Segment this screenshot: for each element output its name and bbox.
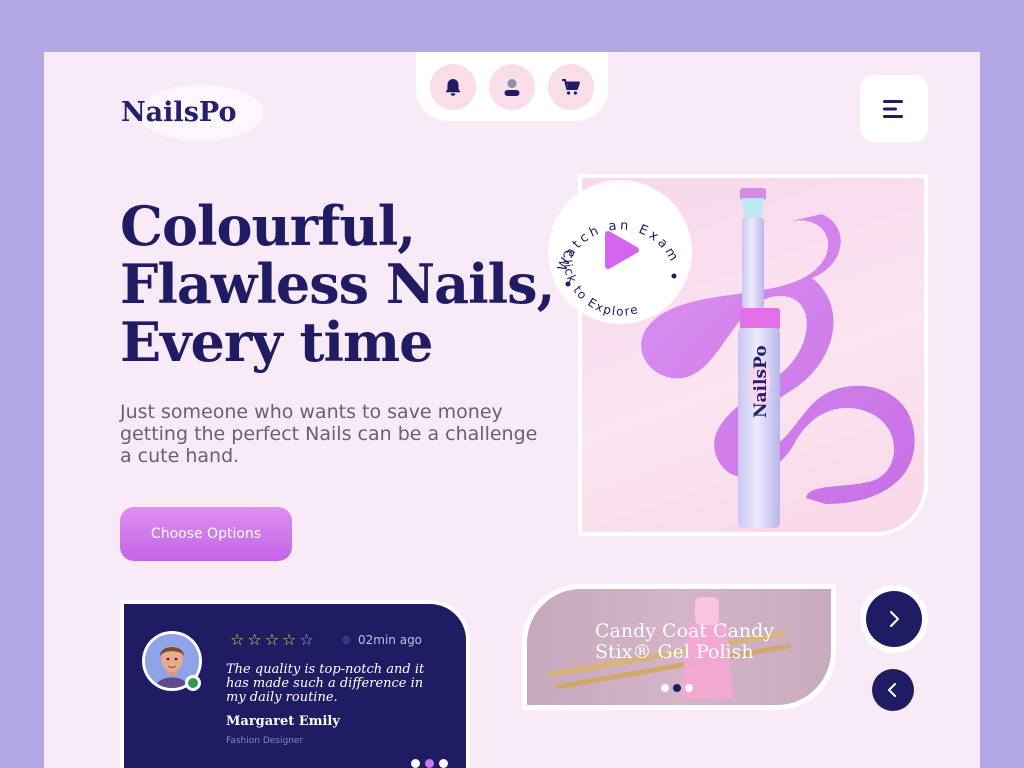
hamburger-menu-icon: [883, 99, 903, 118]
hero-description: Just someone who wants to save money get…: [120, 401, 538, 467]
reviewer-name: Margaret Emily: [226, 714, 340, 729]
star-filled-icon: ☆: [282, 630, 297, 649]
notifications-button[interactable]: [430, 64, 476, 110]
product-card[interactable]: Candy Coat Candy Stix® Gel Polish: [527, 589, 831, 705]
product-card-frame: Candy Coat Candy Stix® Gel Polish: [522, 584, 836, 710]
star-filled-icon: ☆: [230, 630, 245, 649]
top-icon-bar: [416, 52, 608, 121]
chevron-right-icon: [890, 611, 899, 627]
hero-title: Colourful, Flawless Nails, Every time: [120, 197, 580, 371]
brand-logo[interactable]: NailsPo: [116, 85, 264, 141]
cart-button[interactable]: [548, 64, 594, 110]
profile-button[interactable]: [489, 64, 535, 110]
watch-example-badge[interactable]: Watch an Example Click to Explore: [542, 169, 692, 324]
star-empty-icon: ☆: [299, 630, 314, 649]
watch-badge-inner-text: Click to Explore: [560, 250, 639, 319]
rating-stars: ☆ ☆ ☆ ☆ ☆: [230, 632, 314, 648]
separator-dot: [342, 636, 350, 644]
bell-icon: [446, 79, 460, 96]
pagination-dot[interactable]: [661, 684, 669, 692]
choose-options-button[interactable]: Choose Options: [120, 507, 292, 561]
reviewer-role: Fashion Designer: [226, 736, 304, 746]
pagination-dot[interactable]: [439, 759, 448, 768]
product-title: Candy Coat Candy Stix® Gel Polish: [595, 620, 775, 663]
landing-page: NailsPo Colourful, Flawless Nails, Every…: [44, 52, 980, 768]
cart-icon: [562, 79, 580, 95]
star-filled-icon: ☆: [247, 630, 262, 649]
svg-text:Click to Explore: Click to Explore: [560, 250, 640, 319]
menu-button[interactable]: [860, 75, 928, 142]
reviewer-avatar: [142, 631, 202, 691]
online-status-indicator: [185, 675, 201, 691]
previous-button[interactable]: [872, 669, 914, 711]
hero-title-line: Flawless Nails,: [120, 252, 555, 316]
review-quote: The quality is top-notch and it has made…: [226, 662, 425, 705]
review-card-frame: ☆ ☆ ☆ ☆ ☆ 02min ago The quality is top-n…: [120, 600, 470, 768]
play-icon: [605, 231, 639, 269]
review-card: ☆ ☆ ☆ ☆ ☆ 02min ago The quality is top-n…: [124, 604, 466, 768]
pagination-dot[interactable]: [411, 759, 420, 768]
user-icon: [504, 79, 520, 96]
next-button-frame: [860, 585, 928, 653]
pagination-dot-active[interactable]: [425, 759, 434, 768]
hero-title-line: Every time: [120, 310, 433, 374]
pagination-dot-active[interactable]: [673, 684, 681, 692]
chevron-left-icon: [888, 683, 896, 697]
review-time-label: 02min ago: [358, 633, 423, 647]
review-pagination: [411, 759, 448, 768]
review-time: 02min ago: [342, 633, 422, 647]
star-filled-icon: ☆: [264, 630, 280, 649]
pen-brand-label: NailsPo: [751, 345, 771, 418]
product-pagination: [661, 684, 693, 692]
circular-badge-text: Watch an Example Click to Explore: [542, 169, 679, 319]
brand-name: NailsPo: [121, 97, 237, 128]
pagination-dot[interactable]: [685, 684, 693, 692]
next-button[interactable]: [866, 591, 922, 647]
hero-title-line: Colourful,: [120, 194, 416, 258]
